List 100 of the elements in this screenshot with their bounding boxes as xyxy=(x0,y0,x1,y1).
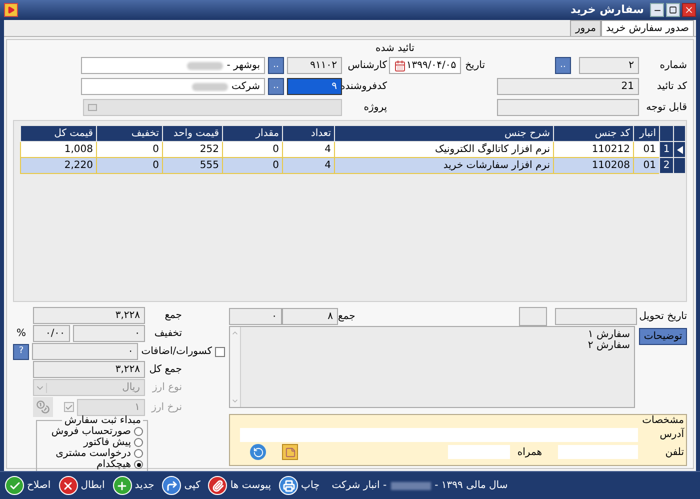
toolbar-button[interactable]: کپی xyxy=(162,476,200,495)
close-button[interactable] xyxy=(682,3,696,17)
input-field[interactable]: ۹ xyxy=(287,78,342,95)
input-field[interactable]: ۰/۰۰ xyxy=(33,325,70,342)
column-header[interactable]: تعداد xyxy=(282,126,334,142)
column-header[interactable]: انبار xyxy=(634,126,660,142)
column-header[interactable]: کد جنس xyxy=(554,126,634,142)
input-field[interactable]: شرکت xyxy=(81,78,265,95)
paperclip-icon xyxy=(208,476,228,495)
help-button[interactable]: ? xyxy=(13,344,30,360)
table-cell: 110208 xyxy=(554,158,634,174)
table-cell: 0 xyxy=(96,142,162,158)
phone-field[interactable] xyxy=(558,445,638,459)
current-row-icon xyxy=(676,146,682,154)
input-field[interactable] xyxy=(519,306,547,326)
input-field[interactable]: بوشهر - xyxy=(81,57,265,74)
lookup-button[interactable]: .. xyxy=(268,78,284,95)
row-indicator[interactable] xyxy=(674,142,686,158)
table-cell: 01 xyxy=(634,142,660,158)
column-header[interactable]: قیمت واحد xyxy=(162,126,222,142)
input-field[interactable]: ۳,۲۲۸ xyxy=(33,361,145,378)
field-label: آدرس xyxy=(658,427,684,442)
input-field[interactable] xyxy=(497,99,639,116)
notes-button[interactable]: توضیحات xyxy=(639,328,687,345)
column-header[interactable]: مقدار xyxy=(222,126,282,142)
field-label: جمع xyxy=(164,309,182,323)
notes-line: سفارش ۲ xyxy=(586,340,630,351)
table-cell: 0 xyxy=(222,158,282,174)
status-text: - انبار شرکت xyxy=(332,479,387,493)
input-field[interactable]: ۸ xyxy=(282,308,338,324)
maximize-button[interactable] xyxy=(666,3,680,17)
radio-button[interactable] xyxy=(134,449,143,458)
radio-label: پیش فاکتور xyxy=(84,437,131,448)
minimize-button[interactable] xyxy=(650,3,664,17)
input-field[interactable]: 21 xyxy=(497,78,639,95)
tab[interactable]: صدور سفارش خرید xyxy=(600,20,694,36)
table-cell: نرم افزار سفارشات خرید xyxy=(334,158,554,174)
tab[interactable]: مرور xyxy=(570,20,601,36)
toolbar-button[interactable]: ابطال xyxy=(58,476,105,495)
radio-button[interactable] xyxy=(134,460,143,469)
blurred-text-block xyxy=(192,82,228,90)
row-number: 1 xyxy=(660,142,674,158)
lookup-button[interactable]: .. xyxy=(268,57,284,74)
input-field[interactable]: ۰ xyxy=(32,343,138,360)
table-cell: 1,008 xyxy=(20,142,96,158)
checkbox[interactable] xyxy=(215,346,225,356)
toolbar-button[interactable]: اصلاح xyxy=(5,476,51,495)
calendar-icon[interactable] xyxy=(394,60,406,72)
refresh-icon[interactable] xyxy=(250,444,266,460)
input-field[interactable]: ۹۱۱۰۲ xyxy=(287,57,342,74)
notes-textarea[interactable]: سفارش ۱ سفارش ۲ xyxy=(229,326,635,408)
date-field[interactable]: ۱۳۹۹/۰۴/۰۵ xyxy=(389,57,462,74)
field-label: کسورات/اضافات xyxy=(141,345,212,359)
lookup-button[interactable]: .. xyxy=(555,57,571,74)
row-number: 2 xyxy=(660,158,674,174)
window-title: سفارش خرید xyxy=(570,2,644,18)
panel-title: مشخصات xyxy=(641,415,684,427)
row-indicator[interactable] xyxy=(674,158,686,174)
blurred-text-block xyxy=(186,62,223,70)
table-cell: 2,220 xyxy=(20,158,96,174)
note-icon[interactable] xyxy=(282,444,298,460)
table-cell: 0 xyxy=(222,142,282,158)
mobile-field[interactable] xyxy=(448,445,510,459)
status-text: سال مالی ۱۳۹۹ - xyxy=(434,479,508,493)
toolbar-button[interactable]: پیوست ها xyxy=(208,476,272,495)
toolbar-button[interactable]: چاپ xyxy=(279,476,320,495)
toolbar-button[interactable]: جدید xyxy=(112,476,154,495)
field-label: کارشناس xyxy=(346,59,387,73)
field-label: جمع xyxy=(338,310,356,324)
address-field[interactable] xyxy=(240,428,638,442)
field-label: تخفیف xyxy=(153,327,182,341)
coins-icon xyxy=(33,397,53,417)
percent-sign: % xyxy=(16,327,26,341)
table-cell: 0 xyxy=(96,158,162,174)
scroll-up-icon[interactable] xyxy=(231,329,239,337)
scrollbar[interactable] xyxy=(230,327,241,407)
table-cell: 01 xyxy=(634,158,660,174)
radio-button[interactable] xyxy=(134,427,143,436)
input-field[interactable]: ۰ xyxy=(73,325,145,342)
notes-line: سفارش ۱ xyxy=(586,329,630,340)
table-cell: 4 xyxy=(282,142,334,158)
input-field[interactable]: ۲ xyxy=(579,57,639,74)
field-label: قابل توجه xyxy=(645,101,687,115)
group-title: مبداء ثبت سفارش xyxy=(63,415,142,426)
column-header[interactable]: شرح جنس xyxy=(334,126,554,142)
printer-icon xyxy=(279,476,298,495)
input-field[interactable] xyxy=(555,308,637,324)
field-label: نوع ارز xyxy=(151,381,182,395)
table-cell: نرم افزار کاتالوگ الکترونیک xyxy=(334,142,554,158)
field-label: تلفن xyxy=(664,446,684,460)
field-label: کد تائید xyxy=(656,80,687,94)
input-field[interactable]: ۰ xyxy=(229,308,282,324)
column-header[interactable]: قیمت کل xyxy=(20,126,96,142)
field-value: بوشهر - xyxy=(226,59,260,73)
radio-button[interactable] xyxy=(134,438,143,447)
scroll-down-icon[interactable] xyxy=(231,397,239,405)
field-label: جمع کل xyxy=(148,363,182,377)
status-label: تائید شده xyxy=(376,42,414,55)
column-header[interactable]: تخفیف xyxy=(96,126,162,142)
input-field[interactable]: ۳,۲۲۸ xyxy=(33,307,145,324)
